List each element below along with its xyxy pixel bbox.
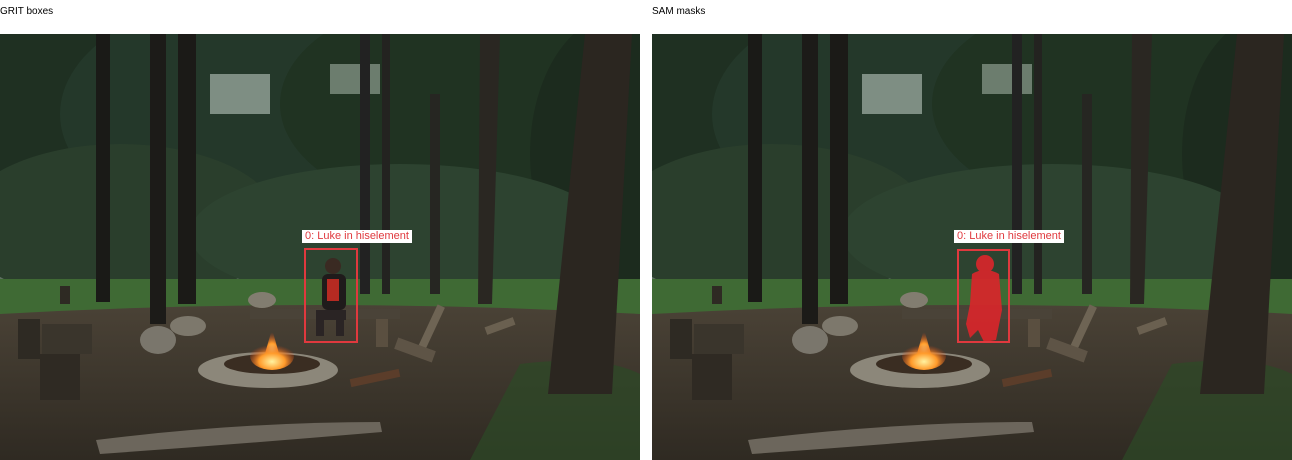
panel-title-sam: SAM masks: [652, 6, 706, 17]
sam-box-label: 0: Luke in hiselement: [954, 230, 1064, 243]
sam-masks-panel: 0: Luke in hiselement: [652, 34, 1292, 460]
forest-campfire-photo: [0, 34, 640, 460]
sam-bounding-box: [957, 249, 1010, 343]
grit-boxes-panel: 0: Luke in hiselement: [0, 34, 640, 460]
forest-campfire-photo: [652, 34, 1292, 460]
grit-bounding-box: [304, 248, 358, 343]
grit-box-label: 0: Luke in hiselement: [302, 230, 412, 243]
panel-title-grit: GRIT boxes: [0, 6, 54, 17]
